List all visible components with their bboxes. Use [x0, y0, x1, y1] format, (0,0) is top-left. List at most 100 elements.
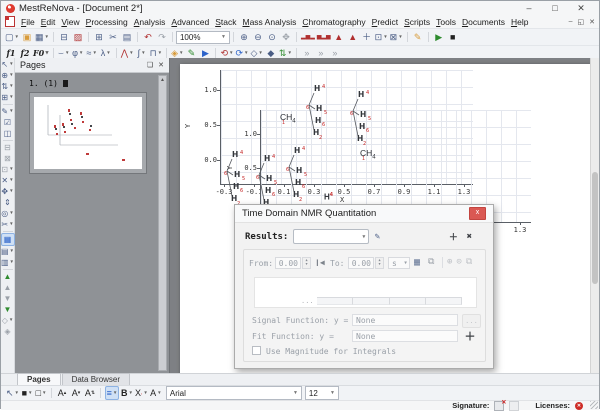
menu-help[interactable]: Help	[508, 17, 531, 27]
tab-data-browser[interactable]: Data Browser	[62, 373, 130, 385]
licenses-error-icon[interactable]: ✕	[575, 402, 583, 410]
unit-combobox[interactable]: s▼	[388, 257, 410, 269]
cube-solid-tool-icon[interactable]: ◈	[2, 326, 14, 337]
zoom-tool-icon[interactable]: ⊕▼	[1, 70, 13, 81]
methane-structure-5[interactable]: H46H5H6H2	[350, 88, 376, 151]
report-tool-icon[interactable]: ⊟	[2, 142, 14, 153]
table-view-icon[interactable]: ▦	[1, 233, 15, 246]
menu-analysis[interactable]: Analysis	[131, 17, 169, 27]
ch4-label-1[interactable]: CH41	[280, 112, 296, 125]
document-canvas[interactable]: 1.00.50.0-0.3-0.10.10.30.50.70.91.11.3YX…	[170, 58, 599, 373]
menu-processing[interactable]: Processing	[83, 17, 131, 27]
menu-mass-analysis[interactable]: Mass Analysis	[239, 17, 299, 27]
zoom-selection-icon[interactable]: ⊙	[266, 31, 278, 43]
dialog-close-icon[interactable]: x	[469, 207, 486, 220]
line-color-icon[interactable]: □▼	[35, 387, 47, 399]
to-stepper[interactable]: ▲▼	[375, 257, 384, 269]
move-tool-icon[interactable]: ✥▼	[1, 186, 13, 197]
full-spectrum-icon[interactable]: ▂▅▂	[301, 31, 315, 43]
redo-icon[interactable]: ↷	[156, 31, 168, 43]
from-input[interactable]: 0.00	[275, 257, 301, 269]
zoom-in-icon[interactable]: ⊕	[238, 31, 250, 43]
chart-view-icon[interactable]: ▤▼	[1, 246, 14, 257]
panel-close-icon[interactable]: ✕	[158, 61, 164, 69]
font-family-combobox[interactable]: Arial▼	[166, 386, 302, 400]
font-increase-icon[interactable]: A▴	[56, 387, 68, 399]
align-text-icon[interactable]: ≡▼	[105, 386, 119, 400]
menu-scripts[interactable]: Scripts	[401, 17, 433, 27]
page-item[interactable]: 1. (1)	[29, 79, 169, 88]
integral-tool-icon-3[interactable]: ⧉	[466, 257, 472, 267]
page-next-icon[interactable]: ▼	[2, 293, 14, 304]
page-first-icon[interactable]: ▲	[2, 271, 14, 282]
mdi-close-icon[interactable]: ✕	[589, 18, 595, 26]
menu-chromatography[interactable]: Chromatography	[299, 17, 368, 27]
run-icon[interactable]: ▶	[433, 31, 445, 43]
fit-tool-icon[interactable]: ⇅▼	[1, 81, 13, 92]
menu-stack[interactable]: Stack	[212, 17, 239, 27]
menu-file[interactable]: File	[18, 17, 38, 27]
sort-tool-icon[interactable]: ⇕	[2, 197, 14, 208]
font-reset-icon[interactable]: A⇅	[84, 387, 96, 399]
new-document-icon[interactable]: ▢▼	[5, 31, 19, 43]
decrease-intensity-icon[interactable]: ▲	[347, 31, 359, 43]
use-magnitude-checkbox[interactable]	[252, 346, 261, 355]
crosshair-icon[interactable]: ＋	[361, 31, 373, 43]
integral-tool-icon-2[interactable]: ⊙	[456, 257, 461, 267]
fill-color-icon[interactable]: ■▼	[21, 387, 33, 399]
pointer-format-icon[interactable]: ↖▼	[6, 387, 19, 399]
export-pdf-icon[interactable]: ▨	[72, 31, 84, 43]
copy-table-icon[interactable]: ⧉	[428, 257, 434, 267]
canvas-scrollbar-thumb[interactable]	[592, 172, 598, 284]
signal-function-browse-button[interactable]: ...	[462, 314, 481, 328]
annotate-tool-icon[interactable]: ✎▼	[1, 106, 13, 117]
methane-structure-4[interactable]: H46H5H6H2	[306, 82, 332, 145]
edit-script-icon[interactable]: ✎	[412, 31, 424, 43]
signature-invalid-icon[interactable]: ✕	[494, 401, 504, 411]
subscript-icon[interactable]: X,▼	[135, 387, 148, 399]
page-thumbnail[interactable]	[29, 92, 147, 174]
delete-tool-icon[interactable]: ✕▼	[1, 175, 13, 186]
tab-pages[interactable]: Pages	[17, 373, 61, 385]
print-icon[interactable]: ⊟	[58, 31, 70, 43]
from-stepper[interactable]: ▲▼	[302, 257, 311, 269]
add-result-icon[interactable]: ＋	[445, 230, 461, 243]
menu-documents[interactable]: Documents	[459, 17, 508, 27]
undo-icon[interactable]: ↶	[142, 31, 154, 43]
integral-tool-icon-1[interactable]: ⊕	[447, 257, 452, 267]
maximize-icon[interactable]: □	[542, 3, 568, 14]
pan-icon[interactable]: ✥	[280, 31, 292, 43]
move-to-start-icon[interactable]: ❙◀	[315, 258, 325, 267]
cut-icon[interactable]: ✂	[107, 31, 119, 43]
grid-tool-icon[interactable]: ⊞▼	[1, 92, 13, 103]
page-last-icon[interactable]: ▼	[2, 304, 14, 315]
target-tool-icon[interactable]: ◎▼	[1, 208, 13, 219]
save-document-icon[interactable]: ▦▼	[35, 31, 49, 43]
report-stamp-tool-icon[interactable]: ⊠	[2, 153, 14, 164]
edit-result-icon[interactable]: ✎	[369, 230, 385, 243]
paste-icon[interactable]: ▤	[121, 31, 133, 43]
cut-region-icon[interactable]: ⊠▼	[390, 31, 403, 43]
resize-grip[interactable]	[590, 401, 598, 409]
close-icon[interactable]: ✕	[568, 3, 594, 14]
select-tool-icon[interactable]: ↖▼	[1, 59, 13, 70]
mdi-restore-icon[interactable]: ◱	[578, 18, 585, 26]
font-size-combobox[interactable]: 12▼	[305, 386, 339, 400]
zoom-out-icon[interactable]: ⊖	[252, 31, 264, 43]
methane-structure-1[interactable]: H46H5H6H2	[224, 148, 250, 211]
report-export-tool-icon[interactable]: ⊡▼	[1, 164, 13, 175]
signature-stamp-icon[interactable]	[509, 401, 519, 411]
font-color-icon[interactable]: A▼	[150, 387, 162, 399]
menu-predict[interactable]: Predict	[369, 17, 401, 27]
zoom-tools-icon[interactable]: ⊡▼	[375, 31, 388, 43]
increase-intensity-icon[interactable]: ▲	[333, 31, 345, 43]
bold-icon[interactable]: B▼	[121, 387, 133, 399]
to-input[interactable]: 0.00	[348, 257, 374, 269]
copy-icon[interactable]: ⊞	[93, 31, 105, 43]
menu-view[interactable]: View	[58, 17, 82, 27]
stop-icon[interactable]: ■	[447, 31, 459, 43]
cube-tool-icon[interactable]: ◇▼	[2, 315, 14, 326]
table-icon[interactable]: ▦	[414, 257, 420, 268]
menu-edit[interactable]: Edit	[38, 17, 59, 27]
delete-result-icon[interactable]: ✖	[461, 230, 477, 243]
